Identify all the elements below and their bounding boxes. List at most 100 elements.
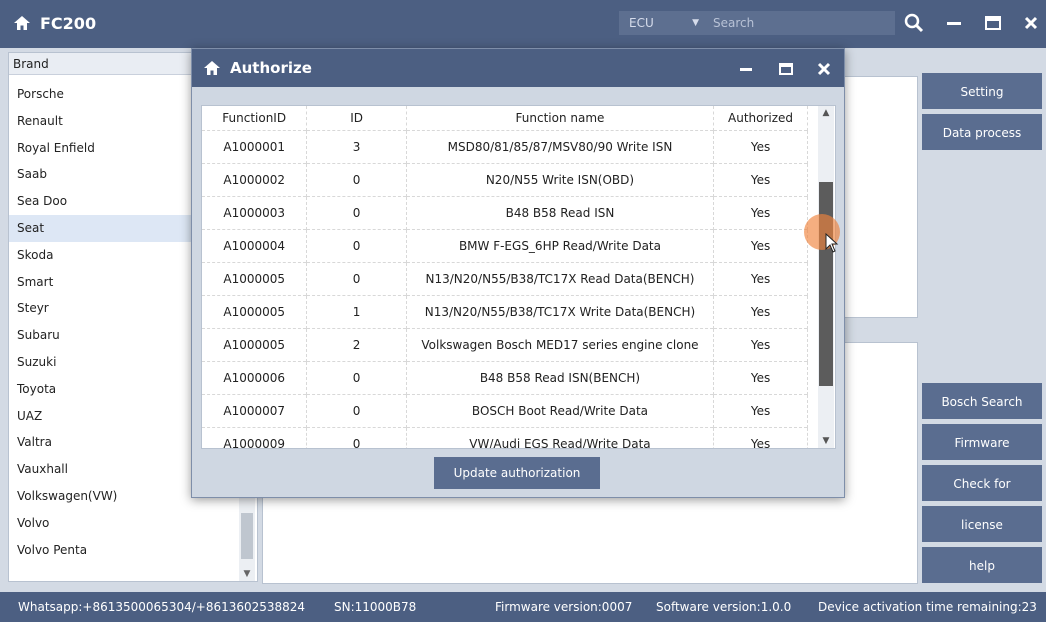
chevron-down-icon[interactable]: ▼ xyxy=(818,436,834,446)
function-id-cell: A1000005 xyxy=(202,295,308,329)
software-version: Software version:1.0.0 xyxy=(656,600,792,614)
authorize-dialog: Authorize FunctionID ID Function name Au… xyxy=(191,48,845,498)
brand-list-item[interactable]: Subaru xyxy=(9,322,191,349)
function-name-cell: N20/N55 Write ISN(OBD) xyxy=(406,163,715,197)
home-icon xyxy=(204,61,220,75)
table-scrollbar[interactable]: ▲ ▼ xyxy=(818,106,834,448)
dialog-title: Authorize xyxy=(230,59,312,77)
authorized-cell: Yes xyxy=(713,196,808,230)
function-name-cell: MSD80/81/85/87/MSV80/90 Write ISN xyxy=(406,130,715,164)
table-row[interactable]: A1000007 0 BOSCH Boot Read/Write Data Yes xyxy=(202,394,808,428)
brand-list-item[interactable]: Volvo Penta xyxy=(9,537,191,564)
authorized-cell: Yes xyxy=(713,229,808,263)
function-name-cell: B48 B58 Read ISN xyxy=(406,196,715,230)
id-cell: 0 xyxy=(306,361,407,395)
brand-list-item[interactable]: Porsche xyxy=(9,81,191,108)
id-cell: 2 xyxy=(306,328,407,362)
function-id-cell: A1000006 xyxy=(202,361,308,395)
authorized-cell: Yes xyxy=(713,394,808,428)
table-row[interactable]: A1000005 0 N13/N20/N55/B38/TC17X Read Data… xyxy=(202,262,808,296)
brand-list-item[interactable]: Smart xyxy=(9,269,191,296)
authorized-cell: Yes xyxy=(713,295,808,329)
function-name-cell: Volkswagen Bosch MED17 series engine clo… xyxy=(406,328,715,362)
chevron-up-icon[interactable]: ▲ xyxy=(818,108,834,118)
table-row[interactable]: A1000002 0 N20/N55 Write ISN(OBD) Yes xyxy=(202,163,808,197)
function-id-cell: A1000004 xyxy=(202,229,308,263)
setting-button[interactable]: Setting xyxy=(922,73,1042,109)
maximize-icon[interactable] xyxy=(776,59,796,79)
function-name-cell: VW/Audi EGS Read/Write Data xyxy=(406,427,715,448)
id-cell: 0 xyxy=(306,394,407,428)
close-icon[interactable] xyxy=(814,59,834,79)
table-scrollbar-thumb[interactable] xyxy=(819,182,833,386)
license-button[interactable]: license xyxy=(922,506,1042,542)
help-button[interactable]: help xyxy=(922,547,1042,583)
app-title: FC200 xyxy=(40,14,97,33)
table-row[interactable]: A1000005 1 N13/N20/N55/B38/TC17X Write Dat… xyxy=(202,295,808,329)
brand-list-item[interactable]: Sea Doo xyxy=(9,188,191,215)
minimize-icon[interactable] xyxy=(943,12,965,34)
ecu-dropdown[interactable]: ECU ▼ xyxy=(619,11,707,35)
function-id-cell: A1000002 xyxy=(202,163,308,197)
id-cell: 0 xyxy=(306,427,407,448)
function-name-cell: B48 B58 Read ISN(BENCH) xyxy=(406,361,715,395)
chevron-down-icon: ▼ xyxy=(692,18,699,28)
function-name-cell: N13/N20/N55/B38/TC17X Write Data(BENCH) xyxy=(406,295,715,329)
id-cell: 1 xyxy=(306,295,407,329)
ecu-dropdown-label: ECU xyxy=(629,16,654,30)
table-row[interactable]: A1000005 2 Volkswagen Bosch MED17 series e… xyxy=(202,328,808,362)
firmware-version: Firmware version:0007 xyxy=(495,600,633,614)
firmware-upgrade-button[interactable]: Firmware upgrade xyxy=(922,424,1042,486)
function-name-cell: BOSCH Boot Read/Write Data xyxy=(406,394,715,428)
brand-list-item[interactable]: Suzuki xyxy=(9,349,191,376)
serial-number: SN:11000B78 xyxy=(334,600,417,614)
maximize-icon[interactable] xyxy=(982,12,1004,34)
brand-list-item[interactable]: Saab xyxy=(9,161,191,188)
brand-list-item[interactable]: Renault xyxy=(9,108,191,135)
brand-list-item[interactable]: Seat xyxy=(9,215,191,242)
search-input[interactable] xyxy=(707,11,895,35)
brand-list-item[interactable]: Steyr xyxy=(9,295,191,322)
table-row[interactable]: A1000001 3 MSD80/81/85/87/MSV80/90 Write I… xyxy=(202,130,808,164)
whatsapp-contact: Whatsapp:+8613500065304/+8613602538824 xyxy=(18,600,306,614)
function-id-cell: A1000005 xyxy=(202,262,308,296)
app-titlebar: FC200 ECU ▼ xyxy=(0,0,1046,48)
brand-list-item[interactable]: Valtra xyxy=(9,429,191,456)
brand-list-item[interactable]: Royal Enfield xyxy=(9,135,191,162)
home-icon xyxy=(14,16,30,30)
table-header-row: FunctionID ID Function name Authorized xyxy=(202,106,808,131)
table-row[interactable]: A1000006 0 B48 B58 Read ISN(BENCH) Yes xyxy=(202,361,808,395)
column-header-id[interactable]: ID xyxy=(306,106,407,131)
brand-list-item[interactable]: UAZ xyxy=(9,403,191,430)
column-header-function-name[interactable]: Function name xyxy=(406,106,715,131)
id-cell: 0 xyxy=(306,229,407,263)
id-cell: 0 xyxy=(306,262,407,296)
status-bar: Whatsapp:+8613500065304/+8613602538824 S… xyxy=(0,592,1046,622)
column-header-authorized[interactable]: Authorized xyxy=(713,106,808,131)
update-authorization-button[interactable]: Update authorization xyxy=(434,457,600,489)
mouse-pointer-icon xyxy=(825,233,839,253)
brand-list-item[interactable]: Toyota xyxy=(9,376,191,403)
function-name-cell: N13/N20/N55/B38/TC17X Read Data(BENCH) xyxy=(406,262,715,296)
chevron-down-icon[interactable]: ▼ xyxy=(239,569,255,579)
brand-list-item[interactable]: Skoda xyxy=(9,242,191,269)
minimize-icon[interactable] xyxy=(736,59,756,79)
brand-scrollbar-thumb[interactable] xyxy=(241,513,253,559)
authorized-cell: Yes xyxy=(713,361,808,395)
table-row[interactable]: A1000004 0 BMW F-EGS_6HP Read/Write Data Ye… xyxy=(202,229,808,263)
data-process-button[interactable]: Data process xyxy=(922,114,1042,150)
bosch-search-button[interactable]: Bosch Search xyxy=(922,383,1042,419)
check-updates-button[interactable]: Check for updates xyxy=(922,465,1042,527)
brand-list-item[interactable]: Volkswagen(VW) xyxy=(9,483,191,510)
column-header-function-id[interactable]: FunctionID xyxy=(202,106,308,131)
table-row[interactable]: A1000009 0 VW/Audi EGS Read/Write Data Yes xyxy=(202,427,808,448)
function-id-cell: A1000007 xyxy=(202,394,308,428)
id-cell: 0 xyxy=(306,163,407,197)
function-name-cell: BMW F-EGS_6HP Read/Write Data xyxy=(406,229,715,263)
table-row[interactable]: A1000003 0 B48 B58 Read ISN Yes xyxy=(202,196,808,230)
search-icon[interactable] xyxy=(903,12,925,34)
brand-list-item[interactable]: Volvo xyxy=(9,510,191,537)
close-icon[interactable] xyxy=(1020,12,1042,34)
brand-list-item[interactable]: Vauxhall xyxy=(9,456,191,483)
authorized-cell: Yes xyxy=(713,427,808,448)
